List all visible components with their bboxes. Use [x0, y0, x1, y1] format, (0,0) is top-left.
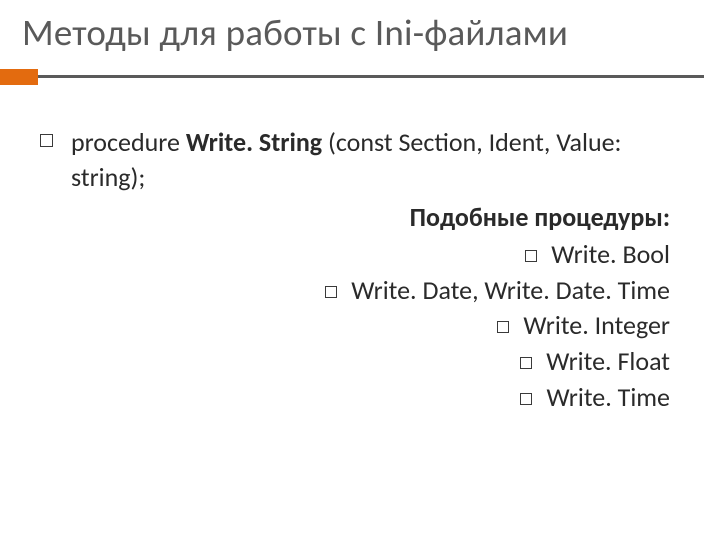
bullet-box-icon — [40, 134, 53, 147]
list-item: Write. Integer — [71, 308, 670, 344]
sublist-item-label: Write. Date, Write. Date. Time — [351, 274, 670, 306]
sublist-item-label: Write. Float — [546, 345, 670, 377]
sublist-item-label: Write. Bool — [551, 238, 670, 270]
sublist-heading: Подобные процедуры: — [71, 200, 670, 235]
list-item: Write. Time — [71, 380, 670, 416]
list-item: Write. Date, Write. Date. Time — [71, 273, 670, 309]
bullet-box-icon — [325, 286, 337, 298]
title-divider — [0, 69, 720, 75]
slide-title: Методы для работы с Ini-файлами — [22, 10, 698, 55]
sublist: Подобные процедуры: Write. Bool Write. D… — [71, 200, 670, 416]
main-bullet-text: procedure Write. String (const Section, … — [71, 125, 670, 416]
slide-content: procedure Write. String (const Section, … — [0, 75, 720, 416]
main-bold: Write. String — [186, 126, 322, 158]
list-item: Write. Float — [71, 344, 670, 380]
main-pre: procedure — [71, 126, 186, 158]
bullet-box-icon — [525, 250, 537, 262]
sublist-item-label: Write. Time — [546, 381, 670, 413]
main-bullet: procedure Write. String (const Section, … — [40, 125, 670, 416]
sublist-item-label: Write. Integer — [523, 309, 670, 341]
bullet-box-icon — [520, 393, 532, 405]
list-item: Write. Bool — [71, 237, 670, 273]
bullet-box-icon — [497, 321, 509, 333]
bullet-box-icon — [520, 357, 532, 369]
